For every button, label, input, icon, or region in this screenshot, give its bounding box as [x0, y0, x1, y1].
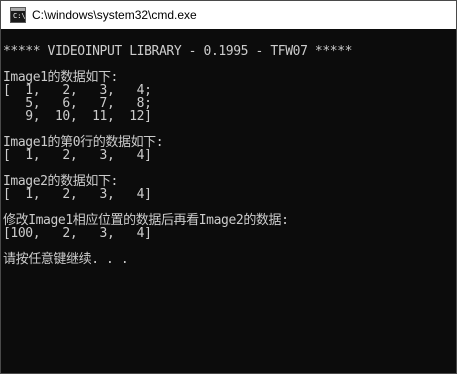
title-bar[interactable]: C:\ C:\windows\system32\cmd.exe	[1, 1, 456, 29]
console-line-image2-values: [ 1, 2, 3, 4]	[3, 187, 152, 202]
console-line-image1-row0-values: [ 1, 2, 3, 4]	[3, 148, 152, 163]
console-area[interactable]: ***** VIDEOINPUT LIBRARY - 0.1995 - TFW0…	[1, 29, 456, 373]
icon-title-strip	[11, 8, 25, 11]
cmd-console-icon: C:\	[10, 7, 26, 23]
cmd-window: C:\ C:\windows\system32\cmd.exe ***** VI…	[0, 0, 457, 374]
console-line-matrix-row-3: 9, 10, 11, 12]	[3, 109, 152, 124]
icon-prompt-glyph: C:\	[13, 12, 26, 20]
console-line-press-any-key: 请按任意键继续. . .	[3, 252, 129, 267]
console-output: ***** VIDEOINPUT LIBRARY - 0.1995 - TFW0…	[3, 45, 352, 266]
window-title: C:\windows\system32\cmd.exe	[32, 8, 197, 22]
console-line-banner: ***** VIDEOINPUT LIBRARY - 0.1995 - TFW0…	[3, 44, 353, 59]
console-line-modified-values: [100, 2, 3, 4]	[3, 226, 152, 241]
